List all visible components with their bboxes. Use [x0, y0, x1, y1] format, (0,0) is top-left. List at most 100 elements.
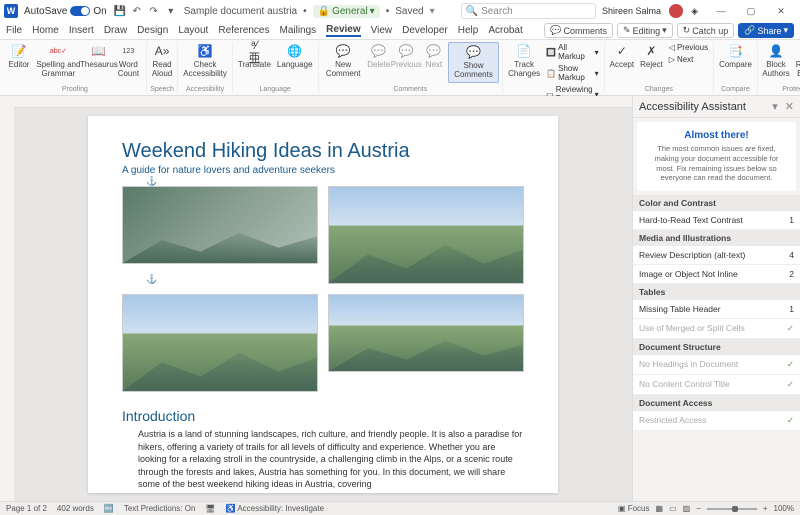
zoom-in-icon[interactable]: +	[763, 504, 768, 513]
page-indicator[interactable]: Page 1 of 2	[6, 504, 47, 513]
accept-button[interactable]: ✓Accept	[608, 42, 636, 72]
thesaurus-icon: 📖	[91, 44, 107, 60]
save-icon[interactable]: 💾	[113, 4, 127, 18]
tab-insert[interactable]: Insert	[69, 25, 94, 36]
readaloud-button[interactable]: A»Read Aloud	[150, 42, 174, 81]
doc-subtitle[interactable]: A guide for nature lovers and adventure …	[122, 165, 524, 176]
zoom-level[interactable]: 100%	[774, 504, 794, 513]
display-settings[interactable]: 🖥	[205, 504, 215, 513]
tab-home[interactable]: Home	[32, 25, 59, 36]
sensitivity-badge[interactable]: 🔒 General ▾	[313, 5, 380, 18]
prev-change-button[interactable]: ◁ Previous	[667, 42, 710, 53]
doc-heading[interactable]: Weekend Hiking Ideas in Austria	[122, 140, 524, 163]
tab-review[interactable]: Review	[326, 24, 360, 37]
avatar[interactable]	[669, 4, 683, 18]
issue-row[interactable]: Missing Table Header1	[633, 300, 800, 319]
issue-label: Image or Object Not Inline	[639, 269, 738, 279]
banner-text: The most common issues are fixed, making…	[645, 144, 788, 183]
tab-design[interactable]: Design	[137, 25, 168, 36]
markup-dropdown[interactable]: 🔲 All Markup ▾	[544, 42, 600, 62]
group-changes: Changes	[645, 85, 673, 93]
issue-row[interactable]: Hard-to-Read Text Contrast1	[633, 211, 800, 230]
user-name[interactable]: Shireen Salma	[602, 6, 661, 16]
text-predictions[interactable]: Text Predictions: On	[124, 504, 196, 513]
issue-row[interactable]: Use of Merged or Split Cells✓	[633, 319, 800, 339]
compare-button[interactable]: 📑Compare	[717, 42, 754, 72]
track-changes-button[interactable]: 📄Track Changes	[506, 42, 542, 81]
language-button[interactable]: 🌐Language	[275, 42, 315, 72]
close-button[interactable]: ✕	[766, 0, 796, 22]
thesaurus-button[interactable]: 📖Thesaurus	[86, 42, 112, 72]
issue-row[interactable]: No Headings in Document✓	[633, 355, 800, 375]
redo-icon[interactable]: ↷	[147, 4, 161, 18]
search-icon: 🔍	[466, 6, 478, 17]
view-web-icon[interactable]: ▨	[683, 504, 691, 513]
next-icon: 💬	[426, 44, 442, 60]
comments-button[interactable]: 💬 Comments	[544, 23, 613, 38]
accessibility-panel: Accessibility Assistant ▾ ✕ Almost there…	[632, 96, 800, 501]
panel-close-icon[interactable]: ✕	[785, 101, 794, 113]
category-header: Document Access	[633, 395, 800, 411]
prev-comment-button[interactable]: 💬Previous	[393, 42, 420, 72]
tab-help[interactable]: Help	[458, 25, 479, 36]
reject-button[interactable]: ✗Reject	[638, 42, 665, 72]
block-authors-button[interactable]: 👤Block Authors	[761, 42, 791, 81]
zoom-slider[interactable]	[707, 508, 757, 510]
diamond-icon[interactable]: ◈	[691, 6, 698, 17]
accessibility-status[interactable]: ♿ Accessibility: Investigate	[226, 504, 324, 513]
section-heading[interactable]: Introduction	[122, 408, 524, 424]
issue-row[interactable]: Review Description (alt-text)4	[633, 246, 800, 265]
image-hiking-boots[interactable]	[122, 186, 318, 264]
delete-icon: 💬	[371, 44, 387, 60]
document-page[interactable]: Weekend Hiking Ideas in Austria A guide …	[88, 116, 558, 493]
tab-file[interactable]: File	[6, 25, 22, 36]
show-comments-button[interactable]: 💬Show Comments	[448, 42, 499, 83]
document-title[interactable]: Sample document austria	[184, 6, 297, 17]
tab-acrobat[interactable]: Acrobat	[488, 25, 522, 36]
show-markup-button[interactable]: 📋 Show Markup ▾	[544, 63, 600, 83]
catchup-button[interactable]: ↻ Catch up	[677, 23, 735, 38]
word-count[interactable]: 402 words	[57, 504, 94, 513]
minimize-button[interactable]: —	[706, 0, 736, 22]
delete-comment-button[interactable]: 💬Delete	[367, 42, 391, 72]
tab-layout[interactable]: Layout	[178, 25, 208, 36]
issue-row[interactable]: Image or Object Not Inline2	[633, 265, 800, 284]
restrict-button[interactable]: 🔒Restrict Editing	[793, 42, 800, 81]
maximize-button[interactable]: ▢	[736, 0, 766, 22]
image-alpine-valley[interactable]	[122, 294, 318, 392]
image-hiker-summit[interactable]	[328, 186, 524, 284]
editor-button[interactable]: 📝Editor	[7, 42, 31, 72]
check-accessibility-button[interactable]: ♿Check Accessibility	[181, 42, 229, 81]
next-change-button[interactable]: ▷ Next	[667, 54, 710, 65]
tab-mailings[interactable]: Mailings	[279, 25, 316, 36]
body-paragraph[interactable]: Austria is a land of stunning landscapes…	[122, 428, 524, 491]
tab-view[interactable]: View	[371, 25, 393, 36]
qat-dropdown-icon[interactable]: ▾	[164, 4, 178, 18]
category-header: Document Structure	[633, 339, 800, 355]
language-status[interactable]: 🔤	[104, 504, 114, 513]
issue-count: 1	[789, 215, 794, 225]
translate-button[interactable]: ᵃ⁄亜Translate	[236, 42, 273, 72]
editing-button[interactable]: ✎ Editing ▾	[617, 23, 673, 38]
issue-row[interactable]: No Content Control Title✓	[633, 375, 800, 395]
word-app-icon: W	[4, 4, 18, 18]
tab-draw[interactable]: Draw	[104, 25, 127, 36]
autosave-toggle[interactable]: AutoSave On	[24, 6, 107, 17]
tab-references[interactable]: References	[218, 25, 269, 36]
next-comment-button[interactable]: 💬Next	[422, 42, 446, 72]
panel-dropdown-icon[interactable]: ▾	[772, 101, 778, 113]
view-print-icon[interactable]: ▦	[656, 504, 664, 513]
view-read-icon[interactable]: ▭	[669, 504, 677, 513]
undo-icon[interactable]: ↶	[130, 4, 144, 18]
issue-row[interactable]: Restricted Access✓	[633, 411, 800, 431]
focus-mode[interactable]: ▣ Focus	[618, 504, 650, 513]
toggle-icon[interactable]	[70, 6, 90, 16]
wordcount-button[interactable]: 123Word Count	[114, 42, 143, 81]
new-comment-button[interactable]: 💬New Comment	[322, 42, 365, 81]
share-button[interactable]: 🔗 Share ▾	[738, 23, 794, 38]
search-input[interactable]: 🔍 Search	[461, 3, 596, 19]
zoom-out-icon[interactable]: −	[696, 504, 701, 513]
tab-developer[interactable]: Developer	[402, 25, 448, 36]
image-green-ridge[interactable]	[328, 294, 524, 372]
spelling-button[interactable]: abc✓Spelling and Grammar	[33, 42, 84, 81]
